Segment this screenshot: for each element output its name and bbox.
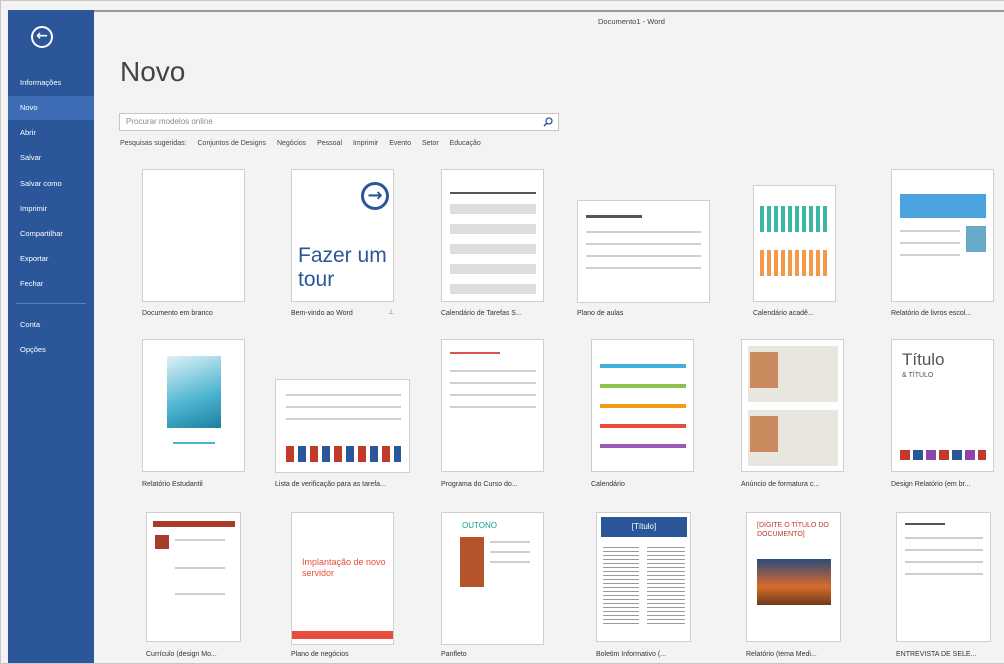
flyer-title: OUTONO <box>462 521 497 530</box>
sidebar-item-conta[interactable]: Conta <box>8 313 94 337</box>
sidebar-item-fechar[interactable]: Fechar <box>8 272 94 296</box>
suggested-link-imprimir[interactable]: Imprimir <box>353 140 378 147</box>
backstage-sidebar: ← Informações Novo Abrir Salvar Salvar c… <box>8 10 94 663</box>
template-thumb-academic-calendar[interactable] <box>753 185 836 302</box>
template-thumb-interview[interactable] <box>896 512 991 642</box>
business-plan-title: Implantação de novo servidor <box>302 557 386 578</box>
template-thumb-resume[interactable] <box>146 512 241 642</box>
suggested-link-setor[interactable]: Setor <box>422 140 439 147</box>
search-icon[interactable] <box>543 117 553 127</box>
template-search-box[interactable]: Procurar modelos online <box>119 113 559 131</box>
sidebar-item-imprimir[interactable]: Imprimir <box>8 197 94 221</box>
template-thumb-calendar-tasks[interactable] <box>441 169 544 302</box>
template-thumb-course-syllabus[interactable] <box>441 339 544 472</box>
tour-text: Fazer um tour <box>298 244 387 291</box>
suggested-link-evento[interactable]: Evento <box>389 140 411 147</box>
pin-icon[interactable]: ⊥ <box>388 308 394 316</box>
word-new-backstage: Documento1 - Word ← Informações Novo Abr… <box>0 0 1004 664</box>
template-caption: Bem-vindo ao Word <box>291 310 353 317</box>
sidebar-item-salvar[interactable]: Salvar <box>8 146 94 170</box>
template-caption: Relatório Estudantil <box>142 481 203 488</box>
sidebar-item-opcoes[interactable]: Opções <box>8 338 94 362</box>
template-thumb-graduation[interactable] <box>741 339 844 472</box>
template-caption: ENTREVISTA DE SELE... <box>896 651 977 658</box>
suggested-link-pessoal[interactable]: Pessoal <box>317 140 342 147</box>
template-thumb-student-report[interactable] <box>142 339 245 472</box>
window-title: Documento1 - Word <box>598 17 665 26</box>
report-subtitle-text: & TÍTULO <box>902 372 934 379</box>
template-caption: Lista de verificação para as tarefa... <box>275 481 386 488</box>
title-bar-line <box>93 10 1004 12</box>
template-thumb-flyer[interactable]: OUTONO <box>441 512 544 645</box>
template-caption: Relatório de livros escol... <box>891 310 972 317</box>
sidebar-item-salvar-como[interactable]: Salvar como <box>8 172 94 196</box>
suggested-link-educacao[interactable]: Educação <box>450 140 481 147</box>
sidebar-item-compartilhar[interactable]: Compartilhar <box>8 222 94 246</box>
back-arrow-icon[interactable]: ← <box>31 26 53 48</box>
template-caption: Plano de negócios <box>291 651 349 658</box>
report-title-text: Título <box>902 350 945 369</box>
template-thumb-book-report[interactable] <box>891 169 994 302</box>
template-thumb-business-plan[interactable]: Implantação de novo servidor <box>291 512 394 645</box>
sidebar-divider <box>16 303 86 304</box>
report-median-title: [DIGITE O TÍTULO DO DOCUMENTO] <box>757 522 829 538</box>
template-caption: Relatório (tema Medi... <box>746 651 817 658</box>
suggested-link-negocios[interactable]: Negócios <box>277 140 306 147</box>
template-thumb-tour[interactable]: → Fazer um tour <box>291 169 394 302</box>
template-thumb-report-design[interactable]: Título & TÍTULO <box>891 339 994 472</box>
template-caption: Currículo (design Mo... <box>146 651 217 658</box>
search-input[interactable]: Procurar modelos online <box>126 117 213 126</box>
template-caption: Calendário acadê... <box>753 310 814 317</box>
template-caption: Documento em branco <box>142 310 213 317</box>
sidebar-item-exportar[interactable]: Exportar <box>8 247 94 271</box>
template-caption: Boletim Informativo (... <box>596 651 667 658</box>
template-thumb-report-median[interactable]: [DIGITE O TÍTULO DO DOCUMENTO] <box>746 512 841 642</box>
sidebar-item-abrir[interactable]: Abrir <box>8 121 94 145</box>
suggested-searches: Pesquisas sugeridas: Conjuntos de Design… <box>120 140 490 147</box>
template-thumb-calendar[interactable] <box>591 339 694 472</box>
sidebar-item-novo[interactable]: Novo <box>8 96 94 120</box>
template-caption: Calendário de Tarefas S... <box>441 310 522 317</box>
arrow-right-icon: → <box>361 182 389 210</box>
suggested-link-conjuntos[interactable]: Conjuntos de Designs <box>198 140 267 147</box>
template-thumb-checklist[interactable] <box>275 379 410 473</box>
template-caption: Calendário <box>591 481 625 488</box>
newsletter-title: [Título] <box>601 517 687 537</box>
template-thumb-lesson-plan[interactable] <box>577 200 710 303</box>
sidebar-item-informacoes[interactable]: Informações <box>8 71 94 95</box>
template-caption: Design Relatório (em br... <box>891 481 971 488</box>
template-thumb-blank[interactable] <box>142 169 245 302</box>
template-caption: Plano de aulas <box>577 310 624 317</box>
template-caption: Panfleto <box>441 651 467 658</box>
page-title: Novo <box>120 56 186 87</box>
template-caption: Anúncio de formatura c... <box>741 481 820 488</box>
template-caption: Programa do Curso do... <box>441 481 518 488</box>
suggested-label: Pesquisas sugeridas: <box>120 140 187 147</box>
template-thumb-newsletter[interactable]: [Título] <box>596 512 691 642</box>
